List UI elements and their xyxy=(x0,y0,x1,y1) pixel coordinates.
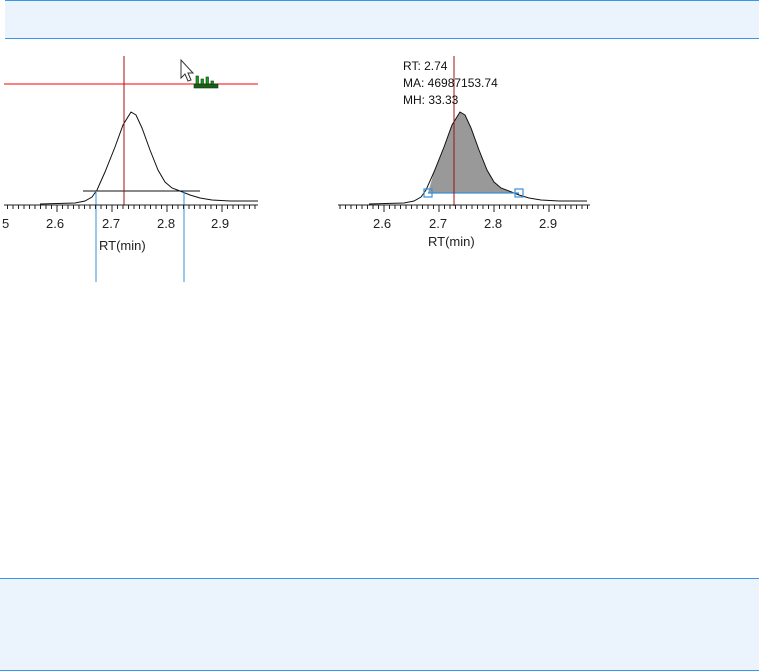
x-axis xyxy=(338,204,590,212)
peak-trace xyxy=(39,111,258,205)
tick-label: 2.7 xyxy=(102,216,120,231)
peak-area-label: MA: 46987153.74 xyxy=(403,76,498,90)
x-axis-label: RT(min) xyxy=(428,234,475,249)
x-axis-label: RT(min) xyxy=(99,238,146,253)
tick-label: 2.6 xyxy=(46,216,64,231)
right-chromatogram[interactable]: 2.6 2.7 2.8 2.9 RT(min) RT: 2.74 MA: 469… xyxy=(338,56,590,249)
peak-rt-label: RT: 2.74 xyxy=(403,59,448,73)
tick-label: 2.8 xyxy=(157,216,175,231)
tick-label: 2.6 xyxy=(373,216,391,231)
left-chromatogram[interactable]: 5 2.6 2.7 2.8 2.9 RT(min) xyxy=(2,56,258,282)
bottom-panel xyxy=(0,578,759,671)
tick-label: 2.7 xyxy=(429,216,447,231)
pointer-cursor-icon xyxy=(180,58,195,82)
tick-label: 5 xyxy=(2,216,9,231)
chromatogram-area: 5 2.6 2.7 2.8 2.9 RT(min) 2.6 2.7 2.8 2.… xyxy=(2,56,590,282)
x-axis xyxy=(4,204,258,212)
tick-label: 2.8 xyxy=(484,216,502,231)
peak-height-label: MH: 33.33 xyxy=(403,93,459,107)
tick-label: 2.9 xyxy=(539,216,557,231)
peak-tool-icon[interactable] xyxy=(193,75,219,89)
tick-label: 2.9 xyxy=(211,216,229,231)
